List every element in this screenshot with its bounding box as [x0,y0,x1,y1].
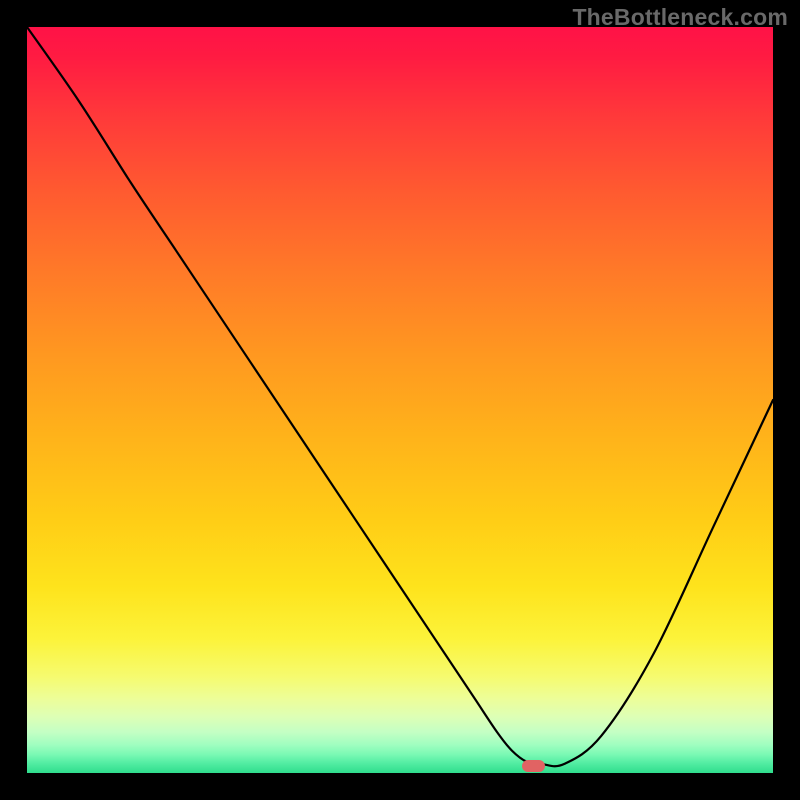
plot-area [27,27,773,773]
bottleneck-curve [27,27,773,773]
chart-frame: TheBottleneck.com [0,0,800,800]
watermark-text: TheBottleneck.com [572,4,788,31]
optimal-marker [522,760,546,772]
